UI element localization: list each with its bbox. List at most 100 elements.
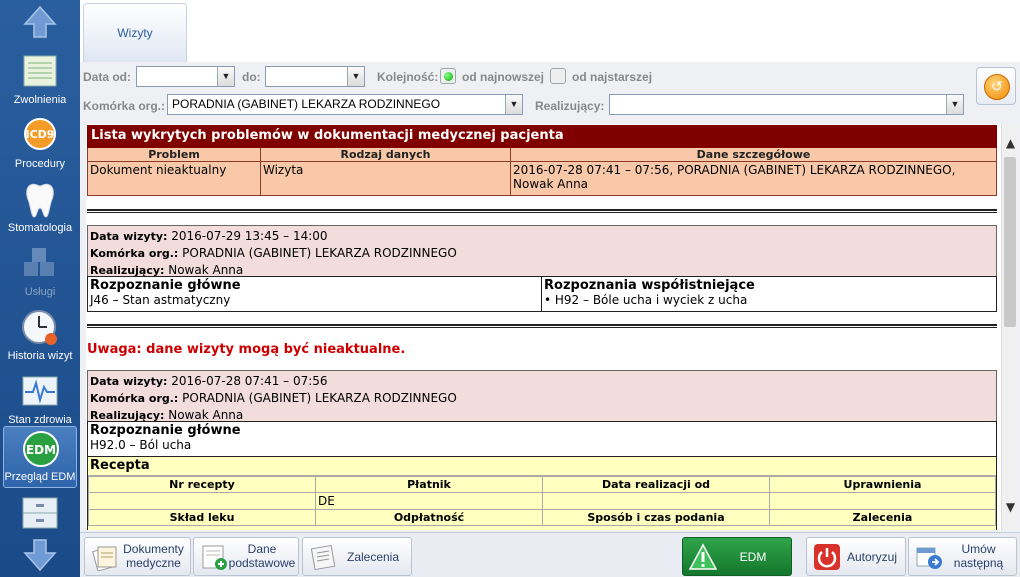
co-diagnosis: • H92 – Bóle ucha i wyciek z ucha	[544, 293, 748, 307]
date-to-label: do:	[242, 70, 261, 84]
power-icon	[814, 544, 840, 570]
prescription-table: Nr recepty Płatnik Data realizacji od Up…	[88, 476, 996, 526]
prescription-box: Recepta Nr recepty Płatnik Data realizac…	[87, 456, 997, 530]
order-oldest-label[interactable]: od najstarszej	[572, 70, 652, 84]
sidebar-item-procedury[interactable]: ICD9 Procedury	[3, 114, 77, 176]
sidebar-item-uslugi[interactable]: Usługi	[3, 242, 77, 304]
tab-wizyty[interactable]: Wizyty	[83, 3, 187, 62]
heartbeat-icon	[22, 376, 58, 406]
button-label: Dokumenty medyczne	[123, 542, 184, 570]
sidebar-item-label: Zwolnienia	[13, 94, 67, 106]
medical-documents-button[interactable]: Dokumenty medyczne	[84, 537, 191, 576]
sidebar-item-label: Przegląd EDM	[4, 471, 76, 483]
table-cell: Wizyta	[260, 161, 511, 196]
problems-title: Lista wykrytych problemów w dokumentacji…	[87, 125, 997, 148]
sidebar-item-label: Stan zdrowia	[8, 414, 72, 426]
authorize-button[interactable]: Autoryzuj	[806, 537, 906, 576]
filter-panel: Data od: ▼ do: ▼ Kolejność: od najnowsze…	[80, 62, 1020, 122]
basic-data-button[interactable]: Dane podstawowe	[193, 537, 299, 576]
visit-date: 2016-07-29 13:45 – 14:00	[167, 229, 328, 243]
table-cell	[88, 492, 316, 510]
button-label: Autoryzuj	[846, 550, 898, 564]
visit-unit-label: Komórka org.:	[90, 247, 179, 260]
visit-header: Data wizyty: 2016-07-28 07:41 – 07:56 Ko…	[87, 370, 997, 422]
tab-bar: Wizyty	[80, 0, 1020, 62]
table-cell	[542, 492, 770, 510]
chevron-down-icon[interactable]: ▼	[505, 95, 522, 114]
sidebar-item-przeglad-edm[interactable]: EDM Przegląd EDM	[3, 426, 77, 488]
calendar-next-icon	[916, 547, 942, 569]
chevron-down-icon[interactable]: ▼	[217, 67, 234, 86]
visit-unit-label: Komórka org.:	[90, 392, 179, 405]
edm-icon: EDM	[23, 431, 59, 467]
column-header: Płatnik	[315, 476, 543, 493]
column-header: Uprawnienia	[769, 476, 996, 493]
visit-date-label: Data wizyty:	[90, 375, 168, 388]
visit-unit: PORADNIA (GABINET) LEKARZA RODZINNEGO	[178, 391, 457, 405]
main-diagnosis: J46 – Stan astmatyczny	[90, 293, 231, 307]
main-diagnosis-title: Rozpoznanie główne	[90, 423, 241, 438]
order-newest-radio[interactable]	[440, 68, 456, 84]
visit-performer: Nowak Anna	[164, 408, 244, 422]
clock-icon	[22, 310, 57, 345]
column-header: Data realizacji od	[542, 476, 770, 493]
column-header: Skład leku	[88, 509, 316, 526]
sidebar-item-label: Procedury	[14, 158, 66, 170]
sidebar-item-historia[interactable]: Historia wizyt	[3, 306, 77, 368]
sidebar-item-label: Usługi	[24, 286, 56, 298]
column-header: Nr recepty	[88, 476, 316, 493]
sidebar: Zwolnienia ICD9 Procedury Stomatologia U…	[0, 0, 80, 577]
button-label: Dane podstawowe	[228, 542, 296, 570]
outdated-warning: Uwaga: dane wizyty mogą być nieaktualne.	[87, 342, 406, 357]
cubes-icon	[24, 248, 54, 276]
performer-select[interactable]: ▼	[609, 94, 964, 115]
order-label: Kolejność:	[377, 70, 439, 84]
visit-date: 2016-07-28 07:41 – 07:56	[167, 374, 328, 388]
diagnosis-box: Rozpoznanie główne J46 – Stan astmatyczn…	[87, 276, 997, 312]
recommendations-button[interactable]: Zalecenia	[302, 537, 412, 576]
column-header: Sposób i czas podania	[542, 509, 770, 526]
table-cell: 2016-07-28 07:41 – 07:56, PORADNIA (GABI…	[510, 161, 997, 196]
arrow-up-icon[interactable]	[22, 4, 58, 40]
prescription-title: Recepta	[88, 457, 996, 476]
sidebar-item-label: Historia wizyt	[7, 350, 73, 362]
date-from-label: Data od:	[83, 70, 131, 84]
schedule-next-button[interactable]: Umów następną	[908, 537, 1017, 576]
scroll-down-icon[interactable]: ▼	[1002, 500, 1019, 517]
sidebar-item-stomatologia[interactable]: Stomatologia	[3, 178, 77, 240]
bottom-toolbar: Dokumenty medyczne Dane podstawowe Zalec…	[80, 532, 1020, 577]
form-add-icon	[202, 545, 227, 570]
main-diagnosis: H92.0 – Ból ucha	[90, 438, 192, 452]
documents-icon	[92, 546, 117, 571]
notes-icon	[310, 544, 336, 571]
order-newest-label[interactable]: od najnowszej	[462, 70, 544, 84]
table-cell: DE	[315, 492, 543, 510]
date-from-picker[interactable]: ▼	[136, 66, 235, 87]
table-cell: Dokument nieaktualny	[87, 161, 261, 196]
scroll-up-icon[interactable]: ▲	[1002, 136, 1019, 153]
arrow-down-icon[interactable]	[22, 537, 58, 573]
column-header: Zalecenia	[769, 509, 996, 526]
button-label: Umów następną	[953, 542, 1004, 570]
chevron-down-icon[interactable]: ▼	[946, 95, 963, 114]
table-row: DE	[88, 492, 996, 510]
edm-button[interactable]: EDM	[682, 537, 792, 576]
sidebar-item-zwolnienia[interactable]: Zwolnienia	[3, 50, 77, 112]
button-label: EDM	[739, 550, 767, 564]
icd9-icon: ICD9	[24, 118, 56, 150]
order-oldest-radio[interactable]	[550, 68, 566, 84]
document-icon	[23, 55, 57, 87]
unit-select[interactable]: PORADNIA (GABINET) LEKARZA RODZINNEGO ▼	[167, 94, 523, 115]
column-header: Problem	[87, 147, 261, 162]
refresh-button[interactable]: ↺	[976, 67, 1016, 105]
scrollbar-thumb[interactable]	[1004, 157, 1016, 327]
vertical-scrollbar[interactable]: ▲ ▼	[1001, 124, 1018, 530]
co-diagnosis-title: Rozpoznania współistniejące	[544, 278, 755, 293]
visit-performer: Nowak Anna	[164, 263, 244, 277]
sidebar-item-stan-zdrowia[interactable]: Stan zdrowia	[3, 370, 77, 432]
cabinet-icon[interactable]	[20, 496, 60, 530]
date-to-picker[interactable]: ▼	[265, 66, 365, 87]
unit-label: Komórka org.:	[83, 99, 166, 113]
diagnosis-box: Rozpoznanie główne H92.0 – Ból ucha	[87, 421, 997, 457]
chevron-down-icon[interactable]: ▼	[347, 67, 364, 86]
